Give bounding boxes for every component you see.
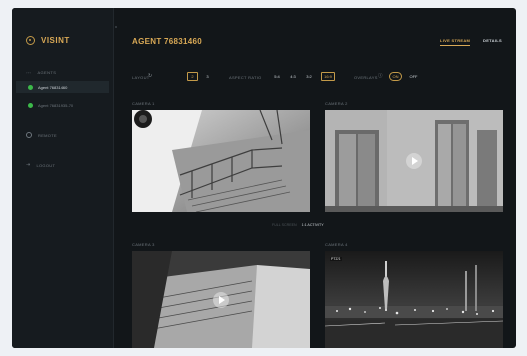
aspect-option-4-3[interactable]: 4:3 (288, 72, 298, 81)
agent-label: Agent 76831935-70 (38, 102, 74, 108)
online-status-icon (28, 102, 33, 108)
camera-3-feed[interactable] (132, 251, 310, 348)
aspect-option-5-4[interactable]: 5:4 (272, 72, 282, 81)
brand[interactable]: VISINT (26, 36, 70, 45)
play-icon[interactable] (213, 291, 229, 308)
camera-2-feed[interactable] (325, 110, 503, 212)
brand-name: VISINT (41, 36, 70, 45)
camera-1-image (132, 110, 310, 212)
camera-4-label: CAMERA 4 (325, 242, 348, 247)
agents-section-label: AGENTS (37, 70, 57, 75)
play-icon[interactable] (406, 153, 422, 169)
aspect-ratio-label: ASPECT RATIO (229, 75, 262, 80)
layout-label: LAYOUT (132, 75, 150, 80)
tab-details[interactable]: DETAILS (483, 38, 502, 43)
activity-option[interactable]: 1:1 ACTIVITY (302, 223, 324, 227)
info-icon[interactable]: ⓘ (378, 73, 383, 79)
camera-1-feed[interactable] (132, 110, 310, 212)
overlay-option-on[interactable]: ON (389, 72, 402, 81)
camera-3-label: CAMERA 3 (132, 242, 155, 247)
agent-label: Agent 76831460 (38, 84, 68, 90)
online-status-icon (28, 84, 33, 90)
camera-4-badge: PTZ/1 (330, 257, 342, 261)
layout-option-3[interactable]: 3 (203, 72, 212, 81)
sidebar-item-agent-1[interactable]: Agent 76831460 (16, 81, 109, 93)
layout-option-2[interactable]: 2 (187, 72, 198, 81)
stream-scale-options: FULL SCREEN 1:1 ACTIVITY (272, 223, 324, 227)
camera-4-image (325, 251, 503, 348)
agents-section-header: ◦◦◦ AGENTS (26, 70, 56, 75)
tab-live-stream[interactable]: LIVE STREAM (440, 38, 471, 46)
camera-1-label: CAMERA 1 (132, 101, 155, 106)
sidebar-item-remote[interactable]: REMOTE (26, 132, 57, 138)
overlays-label: OVERLAYS (354, 75, 378, 80)
divider-dot (115, 26, 117, 28)
aspect-option-3-2[interactable]: 3:2 (304, 72, 314, 81)
refresh-icon[interactable]: ↻ (148, 73, 152, 79)
camera-4-feed[interactable]: PTZ/1 (325, 251, 503, 348)
full-screen-option[interactable]: FULL SCREEN (272, 223, 297, 227)
gear-icon (26, 132, 32, 138)
remote-label: REMOTE (38, 132, 57, 138)
logout-icon: ⇥ (26, 162, 31, 168)
logo-icon (26, 36, 35, 45)
sidebar-item-logout[interactable]: ⇥ LOGOUT (26, 162, 55, 168)
sidebar-item-agent-2[interactable]: Agent 76831935-70 (16, 99, 109, 111)
view-controls: LAYOUT ↻ 2 3 ASPECT RATIO 5:4 4:3 3:2 16… (132, 72, 512, 82)
logout-label: LOGOUT (36, 162, 56, 168)
overlay-option-off[interactable]: OFF (408, 72, 419, 81)
page-title: AGENT 76831460 (132, 37, 203, 46)
sidebar: VISINT ◦◦◦ AGENTS Agent 76831460 Agent 7… (12, 8, 114, 348)
aspect-option-16-9[interactable]: 16:9 (321, 72, 335, 81)
app-window: VISINT ◦◦◦ AGENTS Agent 76831460 Agent 7… (12, 8, 516, 348)
camera-2-label: CAMERA 2 (325, 101, 348, 106)
agents-list-icon: ◦◦◦ (26, 70, 32, 75)
